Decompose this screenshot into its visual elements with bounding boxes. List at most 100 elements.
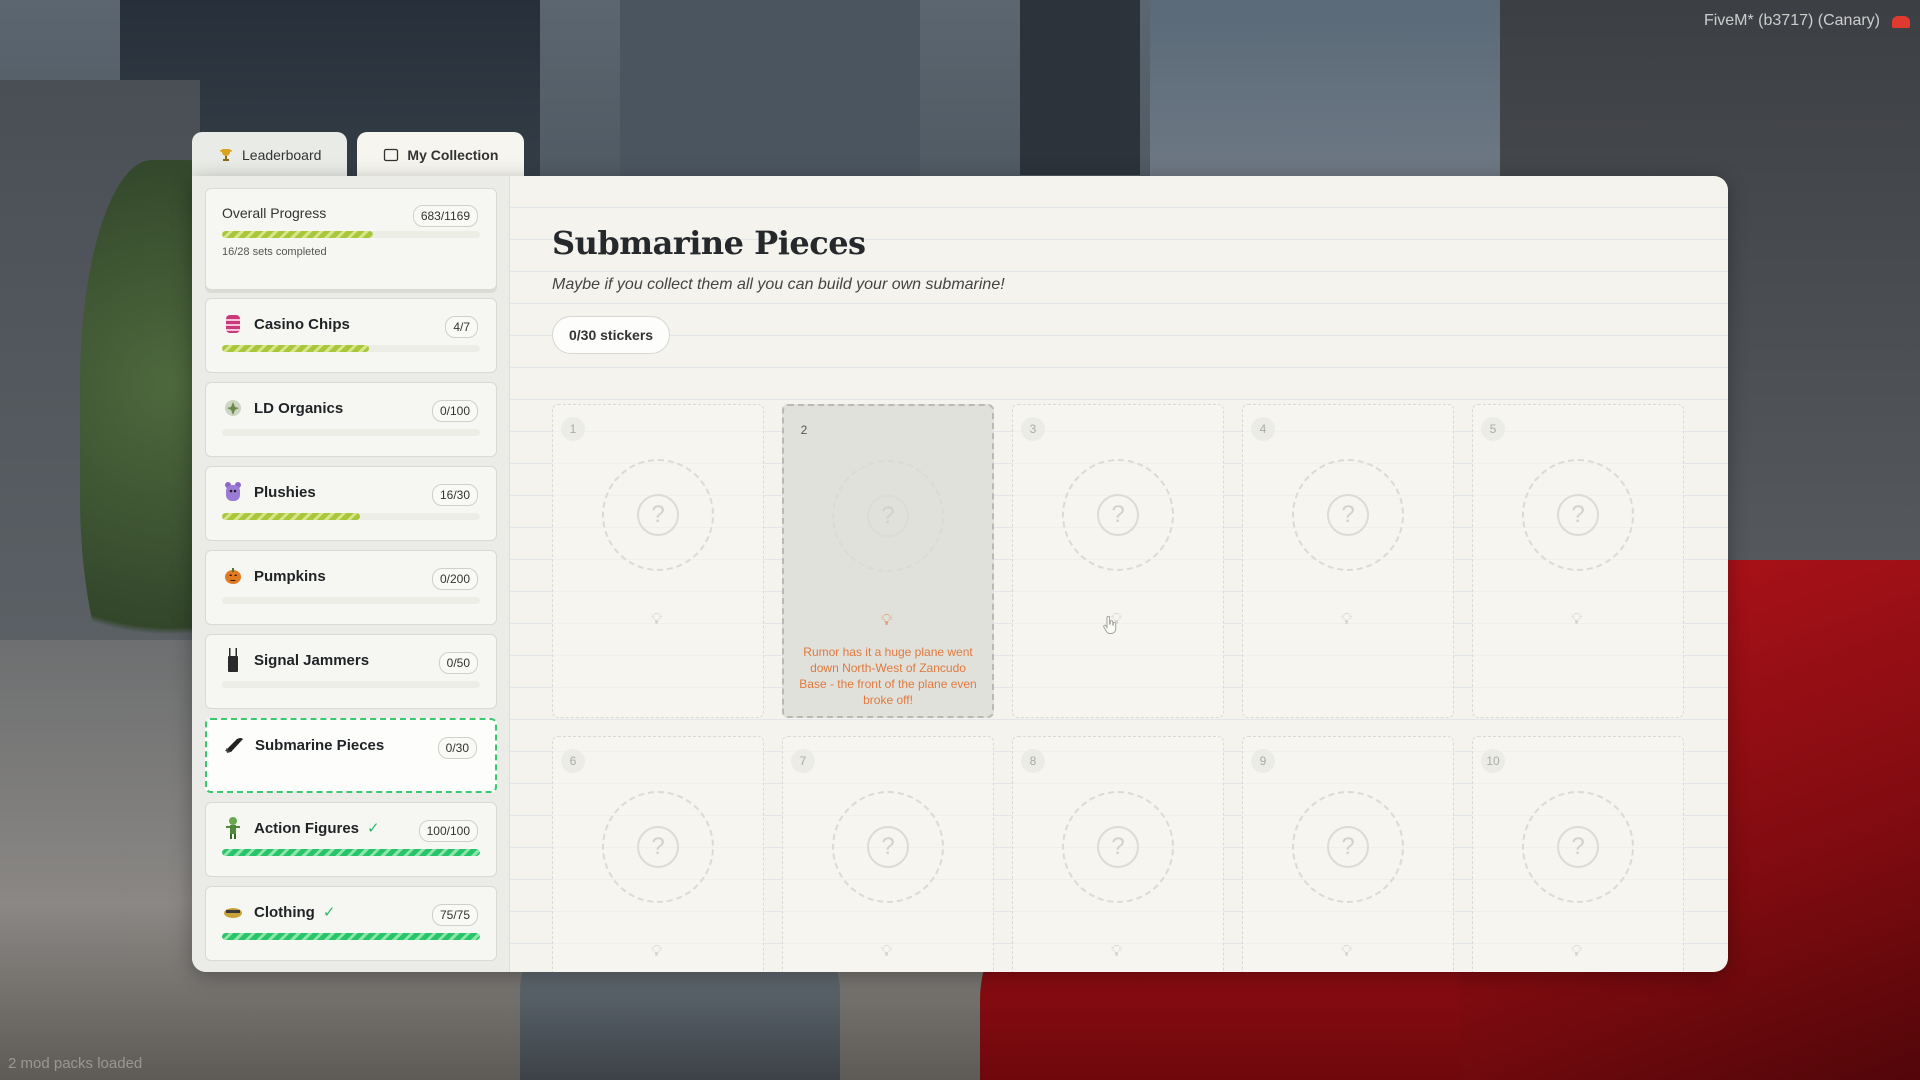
overall-progress-bar: [222, 231, 480, 238]
slot-number: 7: [791, 749, 815, 773]
slot-number: 10: [1481, 749, 1505, 773]
category-count: 4/7: [445, 316, 478, 338]
category-signal-jammers[interactable]: Signal Jammers 0/50: [205, 634, 497, 709]
category-progress-bar: [222, 345, 480, 352]
casino-chip-icon: [222, 312, 244, 336]
unknown-sticker-placeholder: ?: [1522, 459, 1634, 571]
category-name: Submarine Pieces: [255, 736, 385, 754]
slot-number: 8: [1021, 749, 1045, 773]
sticker-slot[interactable]: 5 ? 💡︎: [1472, 404, 1684, 718]
category-ld-organics[interactable]: LD Organics 0/100: [205, 382, 497, 457]
collection-icon: [383, 147, 399, 163]
fivem-build-label: FiveM* (b3717) (Canary): [1703, 12, 1880, 29]
collection-panel: Overall Progress 683/1169 16/28 sets com…: [192, 176, 1728, 972]
lightbulb-hint-icon[interactable]: 💡︎: [651, 943, 662, 961]
unknown-sticker-placeholder: ?: [1062, 791, 1174, 903]
sticker-slot[interactable]: 8 ? 💡︎: [1012, 736, 1224, 972]
category-progress-bar: [222, 849, 480, 856]
tab-leaderboard-label: Leaderboard: [242, 147, 322, 163]
overall-progress-card: Overall Progress 683/1169 16/28 sets com…: [205, 188, 497, 290]
category-progress-bar: [222, 513, 480, 520]
lightbulb-hint-icon[interactable]: 💡︎: [1341, 943, 1352, 961]
slot-number: 9: [1251, 749, 1275, 773]
slot-number: 5: [1481, 417, 1505, 441]
category-count: 0/30: [437, 737, 477, 759]
category-progress-bar: [222, 429, 480, 436]
sticker-slot[interactable]: 6 ? 💡︎: [552, 736, 764, 972]
slot-number: 4: [1251, 417, 1275, 441]
category-count: 0/50: [438, 652, 478, 674]
category-plushies[interactable]: Plushies 16/30: [205, 466, 497, 541]
sticker-slot[interactable]: 2 ? 💡︎ Rumor has it a huge plane went do…: [782, 404, 1117, 718]
sticker-slot[interactable]: 10 ? 💡︎: [1472, 736, 1684, 972]
sticker-slot[interactable]: 3 ? 💡︎: [1012, 404, 1224, 718]
tab-leaderboard[interactable]: Leaderboard: [192, 132, 348, 178]
unknown-sticker-placeholder: ?: [832, 791, 944, 903]
unknown-sticker-placeholder: ?: [1292, 791, 1404, 903]
unknown-sticker-placeholder: ?: [602, 791, 714, 903]
category-clothing[interactable]: Clothing ✓ 75/75: [205, 886, 497, 961]
question-mark-icon: ?: [1327, 494, 1369, 536]
category-progress-bar: [222, 681, 480, 688]
lightbulb-hint-icon[interactable]: 💡︎: [881, 943, 892, 961]
category-name: LD Organics: [254, 399, 344, 417]
category-name: Pumpkins: [254, 567, 326, 585]
category-pumpkins[interactable]: Pumpkins 0/200: [205, 550, 497, 625]
sticker-slot[interactable]: 4 ? 💡︎: [1242, 404, 1454, 718]
category-count: 100/100: [418, 820, 478, 842]
question-mark-icon: ?: [1327, 826, 1369, 868]
unknown-sticker-placeholder: ?: [832, 460, 944, 572]
category-progress-fill: [222, 513, 360, 520]
lightbulb-hint-icon[interactable]: 💡︎: [651, 611, 662, 629]
pumpkin-icon: [222, 564, 244, 588]
sticker-slot[interactable]: 9 ? 💡︎: [1242, 736, 1454, 972]
category-casino-chips[interactable]: Casino Chips 4/7: [205, 298, 497, 373]
question-mark-icon: ?: [1097, 826, 1139, 868]
category-sidebar[interactable]: Overall Progress 683/1169 16/28 sets com…: [192, 176, 510, 972]
hint-text: Rumor has it a huge plane went down Nort…: [799, 645, 977, 707]
sticker-slot[interactable]: 7 ? 💡︎: [782, 736, 994, 972]
slot-number: 3: [1021, 417, 1045, 441]
category-progress-bar: [222, 933, 480, 940]
category-progress-fill: [222, 849, 480, 856]
fivem-icon: [1892, 16, 1910, 28]
question-mark-icon: ?: [867, 495, 909, 537]
organics-leaf-icon: [222, 396, 244, 420]
tab-my-collection[interactable]: My Collection: [357, 132, 525, 178]
trophy-icon: [218, 147, 234, 163]
tab-my-collection-label: My Collection: [407, 147, 499, 163]
unknown-sticker-placeholder: ?: [1522, 791, 1634, 903]
lightbulb-hint-icon[interactable]: 💡︎: [1571, 943, 1582, 961]
collection-subtitle: Maybe if you collect them all you can bu…: [552, 276, 1005, 293]
category-name: Action Figures: [254, 819, 360, 837]
clothing-icon: [222, 900, 244, 924]
lightbulb-hint-icon[interactable]: 💡︎: [881, 612, 892, 630]
category-progress-fill: [222, 345, 370, 352]
action-figure-icon: [222, 816, 244, 840]
category-count: 0/100: [431, 400, 478, 422]
lightbulb-hint-icon[interactable]: 💡︎: [1341, 611, 1352, 629]
lightbulb-hint-icon[interactable]: 💡︎: [1111, 611, 1122, 629]
category-name: Signal Jammers: [254, 651, 370, 669]
category-name: Casino Chips: [254, 315, 350, 333]
category-name: Clothing: [254, 903, 315, 921]
category-submarine-pieces[interactable]: Submarine Pieces 0/30: [205, 718, 497, 793]
unknown-sticker-placeholder: ?: [1292, 459, 1404, 571]
lightbulb-hint-icon[interactable]: 💡︎: [1571, 611, 1582, 629]
category-action-figures[interactable]: Action Figures ✓ 100/100: [205, 802, 497, 877]
plushie-icon: [222, 480, 244, 504]
category-progress-fill: [222, 933, 480, 940]
question-mark-icon: ?: [1557, 494, 1599, 536]
collection-title: Submarine Pieces: [552, 224, 866, 262]
category-progress-bar: [222, 597, 480, 604]
category-count: 0/200: [431, 568, 478, 590]
mod-packs-status: 2 mod packs loaded: [8, 1055, 143, 1072]
sticker-slot[interactable]: 1 ? 💡︎: [552, 404, 764, 718]
overall-progress-count: 683/1169: [412, 205, 478, 227]
sticker-count-badge: 0/30 stickers: [552, 316, 671, 354]
complete-check-icon: ✓: [367, 820, 380, 837]
lightbulb-hint-icon[interactable]: 💡︎: [1111, 943, 1122, 961]
collection-detail[interactable]: Submarine Pieces Maybe if you collect th…: [510, 176, 1728, 972]
question-mark-icon: ?: [867, 826, 909, 868]
category-name: Plushies: [254, 483, 316, 501]
